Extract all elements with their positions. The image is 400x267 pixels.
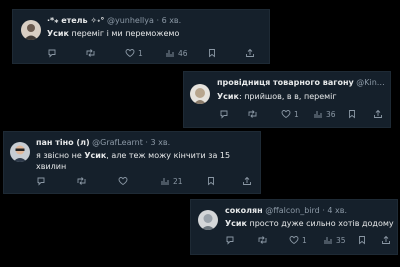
views-icon [314,111,322,118]
bookmark-button[interactable] [357,235,367,245]
bookmark-icon [349,110,355,119]
retweet-icon [77,177,86,185]
tweet-text-rest: просто дуже сильно хотів додому [246,219,394,228]
timestamp[interactable]: 3 хв. [151,138,171,147]
avatar[interactable] [10,142,30,162]
timestamp[interactable]: 6 хв. [162,16,182,25]
like-icon [118,177,128,186]
views-count: 46 [178,48,188,58]
tweet-text-line2: хвилин [36,162,67,171]
bookmark-button[interactable] [207,48,217,58]
reply-button[interactable] [47,48,57,58]
tweet-text-rest: , але теж можу кінчити за 15 [106,151,231,160]
tweet-card[interactable]: провідниця товарного вагону @Kin… Усик: … [183,71,391,128]
display-name[interactable]: ·*⁎ етель ✧˖° [47,16,104,25]
views-button[interactable]: 36 [313,109,336,119]
like-count: 1 [294,109,299,119]
avatar[interactable] [198,210,218,230]
like-button[interactable]: 1 [289,235,307,245]
retweet-button[interactable] [85,48,99,58]
retweet-icon [86,49,95,57]
display-name[interactable]: провідниця товарного вагону [217,78,354,87]
timestamp[interactable]: 4 хв. [327,206,347,215]
tweet-text: Усик: прийшов, в в, переміг [217,91,389,102]
retweet-button[interactable] [247,109,261,119]
tweet-text-pre: я звісно не [36,151,85,160]
like-count: 1 [302,235,307,245]
views-button[interactable]: 21 [160,176,183,186]
username[interactable]: @GrafLearnt [92,138,143,147]
reply-icon [37,177,45,186]
share-button[interactable] [381,235,391,245]
like-icon [281,110,291,119]
separator: · [156,16,160,25]
retweet-button[interactable] [257,235,271,245]
views-count: 35 [336,235,346,245]
share-icon [374,109,382,118]
like-button[interactable]: 1 [281,109,299,119]
action-bar: 1 46 [47,48,267,60]
tweet-text-bold: Усик [217,92,239,101]
views-count: 21 [173,176,183,186]
share-button[interactable] [245,48,255,58]
tweet-text-bold: Усик [225,219,247,228]
reply-icon [226,236,234,245]
username[interactable]: @ffalcon_bird [265,206,320,215]
share-button[interactable] [242,176,252,186]
tweet-card[interactable]: соколян @ffalcon_bird · 4 хв. Усик прост… [190,199,398,255]
share-icon [243,176,251,185]
tweet-text-rest: : прийшов, в в, переміг [238,92,337,101]
reply-button[interactable] [219,109,229,119]
tweet-text-bold: Усик [47,29,69,38]
display-name[interactable]: соколян [225,206,263,215]
views-button[interactable]: 46 [165,48,188,58]
views-icon [166,50,174,57]
tweet-text-bold: Усик [84,151,107,160]
tweet-card[interactable]: пан тіно (л) @GrafLearnt · 3 хв. я звісн… [3,131,261,194]
bookmark-button[interactable] [347,109,357,119]
username[interactable]: @yunhellya [107,16,154,25]
tweet-text-rest: переміг і ми переможемо [68,29,180,38]
action-bar: 1 36 [217,109,389,121]
like-button[interactable] [118,176,131,186]
reply-icon [220,110,228,119]
bookmark-icon [208,177,214,186]
reply-button[interactable] [36,176,46,186]
action-bar: 1 35 [225,235,395,247]
views-icon [324,237,332,244]
views-button[interactable]: 35 [323,235,346,245]
separator: · [145,138,148,147]
retweet-icon [258,236,267,244]
reply-button[interactable] [225,235,235,245]
tweet-text: Усик просто дуже сильно хотів додому [225,218,397,229]
retweet-button[interactable] [76,176,90,186]
tweet-text: Усик переміг і ми переможемо [47,28,267,39]
separator: · [322,206,325,215]
tweet-text: я звісно не Усик, але теж можу кінчити з… [36,150,258,172]
bookmark-icon [359,236,365,245]
username[interactable]: @Kin… [356,78,385,87]
tweet-card[interactable]: ·*⁎ етель ✧˖° @yunhellya · 6 хв. Усик пе… [12,9,270,64]
retweet-icon [248,110,257,118]
like-count: 1 [138,48,143,58]
avatar[interactable] [21,20,41,40]
like-icon [125,49,135,58]
display-name[interactable]: пан тіно (л) [36,138,90,147]
share-icon [382,235,390,244]
share-button[interactable] [373,109,383,119]
share-icon [246,48,254,57]
views-count: 36 [326,109,336,119]
action-bar: 21 [36,176,258,188]
like-icon [289,236,299,245]
avatar[interactable] [190,84,210,104]
views-icon [161,178,169,185]
like-button[interactable]: 1 [125,48,143,58]
reply-icon [48,49,56,58]
bookmark-icon [209,49,215,58]
bookmark-button[interactable] [206,176,216,186]
